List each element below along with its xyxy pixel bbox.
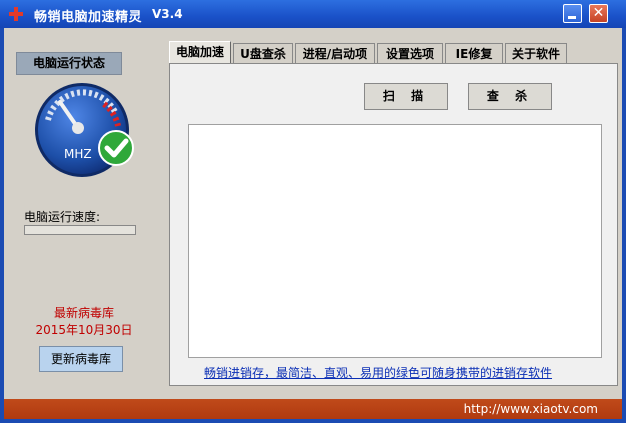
tab-ie-repair[interactable]: IE修复 [445, 43, 503, 63]
tab-about[interactable]: 关于软件 [505, 43, 567, 63]
window-title: 畅销电脑加速精灵 [34, 10, 143, 25]
kill-button[interactable]: 查 杀 [468, 83, 552, 110]
status-label: 电脑运行状态 [16, 52, 122, 75]
tab-settings[interactable]: 设置选项 [377, 43, 443, 63]
update-virus-db-button[interactable]: 更新病毒库 [39, 346, 123, 372]
tab-process-startup[interactable]: 进程/启动项 [295, 43, 375, 63]
close-button[interactable]: ✕ [589, 4, 608, 23]
virus-db-date: 2015年10月30日 [35, 323, 133, 337]
window-version: V3.4 [152, 7, 183, 21]
speedometer-gauge: MHZ [35, 83, 134, 177]
scan-button[interactable]: 扫 描 [364, 83, 448, 110]
result-list[interactable] [188, 124, 602, 358]
client-area: 电脑运行状态 MHZ 电脑运行速度: 最新病毒库 2015年10月30日 更新病… [4, 28, 622, 399]
red-cross-icon [9, 7, 23, 21]
speed-progress-bar [24, 225, 136, 235]
app-window: 畅销电脑加速精灵 V3.4 ✕ 电脑运行状态 MHZ 电脑运行速度: 最新病毒库… [0, 0, 626, 423]
tab-panel: 扫 描 查 杀 畅销进销存，最简洁、直观、易用的绿色可随身携带的进销存软件 [169, 63, 618, 386]
speed-label: 电脑运行速度: [24, 210, 101, 224]
virus-db-title: 最新病毒库 [53, 306, 114, 320]
title-bar[interactable]: 畅销电脑加速精灵 V3.4 ✕ [0, 0, 626, 28]
footer-bar: http://www.xiaotv.com [4, 399, 622, 419]
gauge-unit: MHZ [64, 147, 92, 161]
check-icon [98, 130, 134, 166]
tab-speedup[interactable]: 电脑加速 [169, 41, 231, 64]
footer-url-link[interactable]: http://www.xiaotv.com [464, 402, 598, 416]
minimize-button[interactable] [563, 4, 582, 23]
promo-link[interactable]: 畅销进销存，最简洁、直观、易用的绿色可随身携带的进销存软件 [204, 364, 552, 381]
tab-usb-scan[interactable]: U盘查杀 [233, 43, 293, 63]
